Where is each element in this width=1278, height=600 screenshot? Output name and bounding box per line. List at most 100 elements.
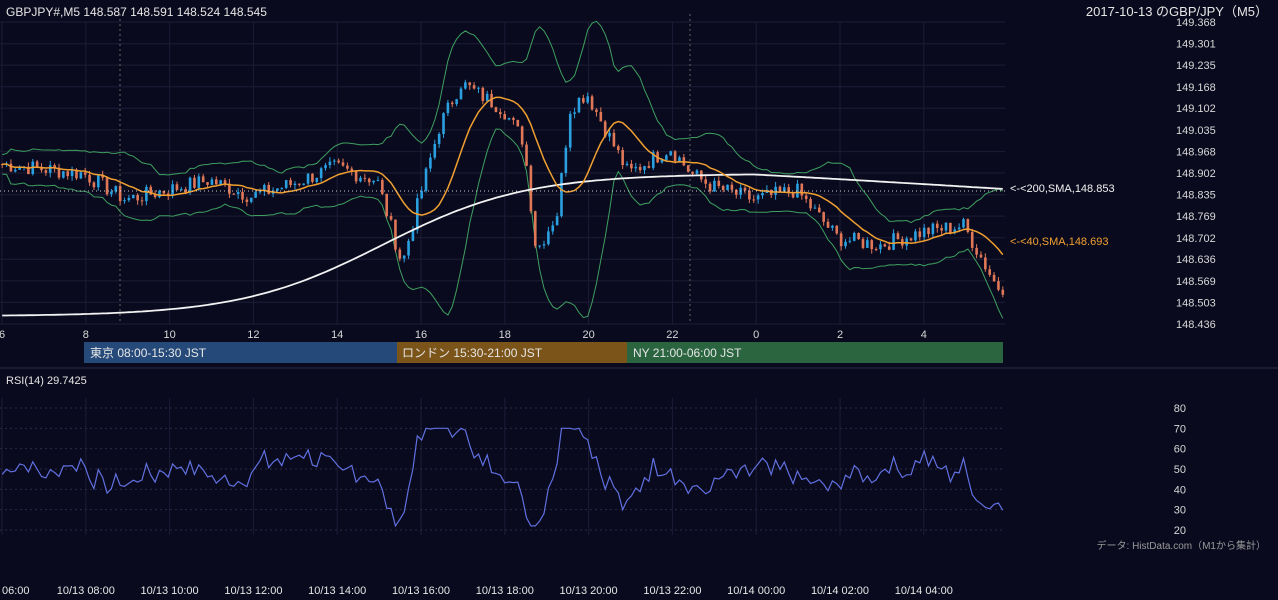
candle-body (817, 207, 821, 213)
candle-body (44, 170, 48, 173)
candle-body (66, 171, 70, 177)
candle-body (752, 199, 756, 201)
candle-body (804, 195, 808, 200)
datetime-tick: 10/14 04:00 (895, 585, 953, 597)
candle-body (957, 227, 961, 230)
candle-body (564, 147, 568, 174)
candle-body (346, 165, 349, 169)
candle-body (424, 168, 428, 191)
candle-body (931, 223, 935, 235)
candle-body (634, 166, 638, 169)
candle-body (88, 174, 91, 183)
candle-body (630, 163, 633, 169)
candle-body (533, 211, 537, 246)
rsi-tick: 20 (1174, 525, 1186, 537)
datetime-tick: 10/13 18:00 (476, 585, 534, 597)
candle-body (922, 227, 926, 237)
candle-body (909, 238, 913, 241)
candle-body (13, 169, 17, 172)
candle-body (131, 195, 135, 199)
candle-body (472, 85, 476, 89)
candle-body (542, 244, 546, 246)
candle-body (188, 177, 192, 193)
candle-body (887, 246, 891, 250)
candle-body (123, 200, 126, 202)
candle-body (717, 180, 721, 186)
rsi-tick: 50 (1174, 464, 1186, 476)
candle-body (499, 112, 502, 115)
candle-body (249, 197, 253, 202)
hour-tick: 16 (415, 329, 427, 341)
candle-body (394, 219, 397, 250)
candle-body (857, 233, 860, 240)
candle-body (708, 183, 712, 192)
candle-body (669, 151, 673, 156)
candle-body (997, 281, 1000, 290)
rsi-tick: 40 (1174, 484, 1186, 496)
candle-body (979, 254, 983, 258)
candle-body (962, 219, 965, 228)
candle-body (507, 117, 511, 120)
candle-body (713, 180, 716, 192)
candle-body (975, 247, 978, 255)
candle-body (647, 166, 651, 168)
candle-body (970, 232, 974, 248)
candle-body (525, 144, 528, 166)
candle-body (293, 183, 297, 186)
candle-body (341, 162, 345, 166)
hour-tick: 22 (666, 329, 678, 341)
price-tick: 148.902 (1176, 168, 1216, 180)
datetime-tick: 10/13 14:00 (308, 585, 366, 597)
candle-body (695, 170, 699, 174)
candle-body (691, 171, 694, 174)
candle-body (721, 185, 725, 190)
candle-body (503, 114, 506, 120)
candle-body (442, 113, 445, 134)
rsi-tick: 80 (1174, 403, 1186, 415)
candle-body (429, 157, 432, 169)
datetime-tick: 10/13 22:00 (643, 585, 701, 597)
sma200-annotation: <-<200,SMA,148.853 (1010, 183, 1115, 195)
hour-tick: 4 (921, 329, 927, 341)
candle-body (9, 163, 13, 172)
candle-body (446, 102, 450, 114)
candle-body (319, 168, 323, 179)
candle-body (145, 186, 148, 202)
candle-body (595, 109, 598, 113)
hour-tick: 2 (837, 329, 843, 341)
candle-body (464, 82, 467, 89)
forex-chart: 149.368149.301149.235149.168149.102149.0… (0, 0, 1278, 600)
candle-body (673, 151, 677, 162)
candle-body (402, 255, 406, 259)
candle-body (328, 161, 332, 166)
hour-tick: 18 (499, 329, 511, 341)
candle-body (686, 165, 690, 172)
candle-body (852, 233, 856, 241)
candle-body (949, 222, 952, 233)
candle-body (516, 119, 520, 127)
candle-body (874, 249, 878, 251)
candle-body (267, 184, 271, 194)
candle-body (201, 176, 205, 183)
candle-body (616, 146, 620, 151)
ohlc-label: GBPJPY#,M5 148.587 148.591 148.524 148.5… (6, 5, 267, 19)
candle-body (512, 117, 515, 120)
candle-body (844, 241, 847, 247)
datetime-tick: 10/14 00:00 (727, 585, 785, 597)
candle-body (743, 187, 747, 191)
candle-body (612, 132, 616, 147)
candle-body (494, 107, 498, 113)
candle-body (398, 249, 402, 259)
datetime-axis-ticks: 06:00 10/13 08:00 10/13 10:00 10/13 12:00 10… (2, 585, 953, 597)
candle-body (538, 245, 541, 247)
candle-body (590, 96, 594, 110)
candle-body (577, 98, 581, 113)
candle-body (481, 87, 485, 101)
candle-body (298, 183, 301, 185)
candle-body (848, 240, 852, 242)
candle-body (241, 192, 244, 200)
hour-tick: 20 (582, 329, 594, 341)
datetime-tick: 06:00 (2, 585, 30, 597)
candle-body (756, 195, 760, 200)
candle-body (551, 225, 555, 232)
